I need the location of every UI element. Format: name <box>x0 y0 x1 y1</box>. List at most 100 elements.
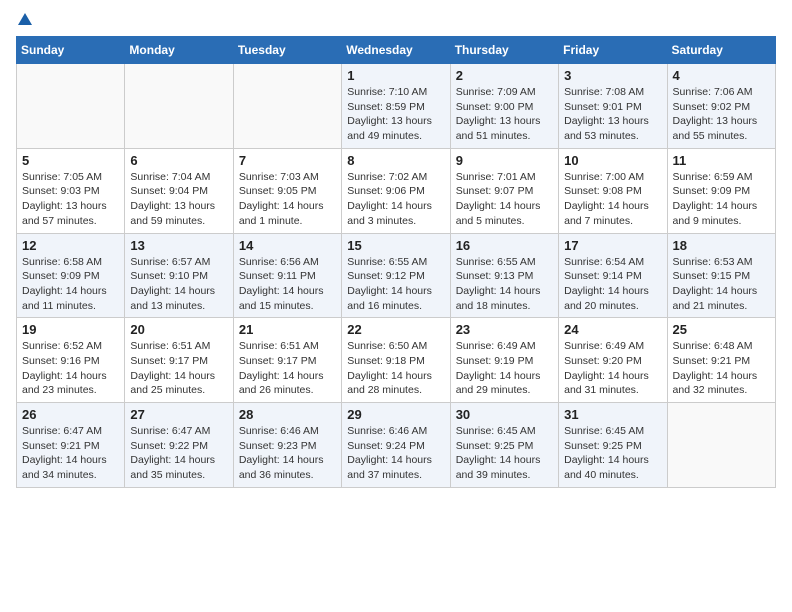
calendar-cell: 3 Sunrise: 7:08 AMSunset: 9:01 PMDaylight… <box>559 64 667 149</box>
day-number: 16 <box>456 238 553 253</box>
calendar-cell: 9Sunrise: 7:01 AMSunset: 9:07 PMDaylight… <box>450 148 558 233</box>
day-info: Sunrise: 6:45 AMSunset: 9:25 PMDaylight:… <box>456 424 553 483</box>
calendar-table: SundayMondayTuesdayWednesdayThursdayFrid… <box>16 36 776 488</box>
calendar-week-4: 19 Sunrise: 6:52 AMSunset: 9:16 PMDayligh… <box>17 318 776 403</box>
page-header <box>16 16 776 28</box>
day-number: 5 <box>22 153 119 168</box>
calendar-cell: 18 Sunrise: 6:53 AMSunset: 9:15 PMDayligh… <box>667 233 775 318</box>
day-info: Sunrise: 7:02 AMSunset: 9:06 PMDaylight:… <box>347 170 444 229</box>
calendar-cell: 30 Sunrise: 6:45 AMSunset: 9:25 PMDayligh… <box>450 403 558 488</box>
day-info: Sunrise: 6:46 AMSunset: 9:23 PMDaylight:… <box>239 424 336 483</box>
calendar-cell <box>667 403 775 488</box>
day-info: Sunrise: 6:56 AMSunset: 9:11 PMDaylight:… <box>239 255 336 314</box>
day-number: 13 <box>130 238 227 253</box>
calendar-week-3: 12 Sunrise: 6:58 AMSunset: 9:09 PMDayligh… <box>17 233 776 318</box>
calendar-cell: 14 Sunrise: 6:56 AMSunset: 9:11 PMDayligh… <box>233 233 341 318</box>
calendar-week-1: 1 Sunrise: 7:10 AMSunset: 8:59 PMDaylight… <box>17 64 776 149</box>
day-info: Sunrise: 7:04 AMSunset: 9:04 PMDaylight:… <box>130 170 227 229</box>
day-number: 25 <box>673 322 770 337</box>
day-info: Sunrise: 6:55 AMSunset: 9:13 PMDaylight:… <box>456 255 553 314</box>
calendar-cell: 4Sunrise: 7:06 AMSunset: 9:02 PMDaylight… <box>667 64 775 149</box>
day-info: Sunrise: 6:59 AMSunset: 9:09 PMDaylight:… <box>673 170 770 229</box>
day-info: Sunrise: 6:49 AMSunset: 9:19 PMDaylight:… <box>456 339 553 398</box>
calendar-cell: 28 Sunrise: 6:46 AMSunset: 9:23 PMDayligh… <box>233 403 341 488</box>
day-info: Sunrise: 6:55 AMSunset: 9:12 PMDaylight:… <box>347 255 444 314</box>
calendar-cell: 31Sunrise: 6:45 AMSunset: 9:25 PMDayligh… <box>559 403 667 488</box>
calendar-cell: 10 Sunrise: 7:00 AMSunset: 9:08 PMDayligh… <box>559 148 667 233</box>
weekday-header-tuesday: Tuesday <box>233 37 341 64</box>
calendar-cell: 26Sunrise: 6:47 AMSunset: 9:21 PMDayligh… <box>17 403 125 488</box>
calendar-week-5: 26Sunrise: 6:47 AMSunset: 9:21 PMDayligh… <box>17 403 776 488</box>
day-number: 19 <box>22 322 119 337</box>
calendar-cell: 2Sunrise: 7:09 AMSunset: 9:00 PMDaylight… <box>450 64 558 149</box>
day-info: Sunrise: 6:47 AMSunset: 9:22 PMDaylight:… <box>130 424 227 483</box>
day-number: 8 <box>347 153 444 168</box>
weekday-header-wednesday: Wednesday <box>342 37 450 64</box>
calendar-cell: 24 Sunrise: 6:49 AMSunset: 9:20 PMDayligh… <box>559 318 667 403</box>
day-number: 9 <box>456 153 553 168</box>
calendar-cell: 6 Sunrise: 7:04 AMSunset: 9:04 PMDaylight… <box>125 148 233 233</box>
day-number: 14 <box>239 238 336 253</box>
day-info: Sunrise: 6:52 AMSunset: 9:16 PMDaylight:… <box>22 339 119 398</box>
weekday-header-friday: Friday <box>559 37 667 64</box>
day-info: Sunrise: 6:49 AMSunset: 9:20 PMDaylight:… <box>564 339 661 398</box>
day-number: 1 <box>347 68 444 83</box>
day-number: 28 <box>239 407 336 422</box>
day-info: Sunrise: 7:00 AMSunset: 9:08 PMDaylight:… <box>564 170 661 229</box>
day-number: 2 <box>456 68 553 83</box>
weekday-header-thursday: Thursday <box>450 37 558 64</box>
calendar-cell: 7Sunrise: 7:03 AMSunset: 9:05 PMDaylight… <box>233 148 341 233</box>
calendar-cell: 27Sunrise: 6:47 AMSunset: 9:22 PMDayligh… <box>125 403 233 488</box>
weekday-header-sunday: Sunday <box>17 37 125 64</box>
day-number: 22 <box>347 322 444 337</box>
calendar-cell: 22 Sunrise: 6:50 AMSunset: 9:18 PMDayligh… <box>342 318 450 403</box>
day-number: 20 <box>130 322 227 337</box>
day-number: 26 <box>22 407 119 422</box>
day-number: 3 <box>564 68 661 83</box>
calendar-cell: 17Sunrise: 6:54 AMSunset: 9:14 PMDayligh… <box>559 233 667 318</box>
day-number: 18 <box>673 238 770 253</box>
day-number: 6 <box>130 153 227 168</box>
weekday-header-monday: Monday <box>125 37 233 64</box>
calendar-cell: 12 Sunrise: 6:58 AMSunset: 9:09 PMDayligh… <box>17 233 125 318</box>
day-info: Sunrise: 6:50 AMSunset: 9:18 PMDaylight:… <box>347 339 444 398</box>
calendar-cell: 21Sunrise: 6:51 AMSunset: 9:17 PMDayligh… <box>233 318 341 403</box>
calendar-cell: 11 Sunrise: 6:59 AMSunset: 9:09 PMDayligh… <box>667 148 775 233</box>
calendar-cell: 1 Sunrise: 7:10 AMSunset: 8:59 PMDaylight… <box>342 64 450 149</box>
day-info: Sunrise: 7:10 AMSunset: 8:59 PMDaylight:… <box>347 85 444 144</box>
calendar-cell <box>17 64 125 149</box>
day-info: Sunrise: 6:46 AMSunset: 9:24 PMDaylight:… <box>347 424 444 483</box>
day-number: 10 <box>564 153 661 168</box>
day-info: Sunrise: 6:53 AMSunset: 9:15 PMDaylight:… <box>673 255 770 314</box>
calendar-cell: 25 Sunrise: 6:48 AMSunset: 9:21 PMDayligh… <box>667 318 775 403</box>
day-number: 31 <box>564 407 661 422</box>
day-number: 24 <box>564 322 661 337</box>
day-info: Sunrise: 6:51 AMSunset: 9:17 PMDaylight:… <box>130 339 227 398</box>
day-number: 29 <box>347 407 444 422</box>
day-info: Sunrise: 6:58 AMSunset: 9:09 PMDaylight:… <box>22 255 119 314</box>
calendar-header-row: SundayMondayTuesdayWednesdayThursdayFrid… <box>17 37 776 64</box>
logo-triangle-icon <box>18 13 32 25</box>
day-info: Sunrise: 6:57 AMSunset: 9:10 PMDaylight:… <box>130 255 227 314</box>
day-number: 15 <box>347 238 444 253</box>
day-number: 11 <box>673 153 770 168</box>
day-info: Sunrise: 6:48 AMSunset: 9:21 PMDaylight:… <box>673 339 770 398</box>
day-info: Sunrise: 7:03 AMSunset: 9:05 PMDaylight:… <box>239 170 336 229</box>
day-number: 30 <box>456 407 553 422</box>
calendar-cell <box>233 64 341 149</box>
day-number: 21 <box>239 322 336 337</box>
calendar-week-2: 5Sunrise: 7:05 AMSunset: 9:03 PMDaylight… <box>17 148 776 233</box>
day-number: 23 <box>456 322 553 337</box>
calendar-cell: 20 Sunrise: 6:51 AMSunset: 9:17 PMDayligh… <box>125 318 233 403</box>
calendar-cell: 29 Sunrise: 6:46 AMSunset: 9:24 PMDayligh… <box>342 403 450 488</box>
calendar-cell: 16 Sunrise: 6:55 AMSunset: 9:13 PMDayligh… <box>450 233 558 318</box>
logo <box>16 16 32 28</box>
day-info: Sunrise: 7:08 AMSunset: 9:01 PMDaylight:… <box>564 85 661 144</box>
day-number: 12 <box>22 238 119 253</box>
calendar-cell: 8 Sunrise: 7:02 AMSunset: 9:06 PMDaylight… <box>342 148 450 233</box>
day-info: Sunrise: 7:06 AMSunset: 9:02 PMDaylight:… <box>673 85 770 144</box>
calendar-cell: 23 Sunrise: 6:49 AMSunset: 9:19 PMDayligh… <box>450 318 558 403</box>
calendar-cell <box>125 64 233 149</box>
calendar-cell: 13 Sunrise: 6:57 AMSunset: 9:10 PMDayligh… <box>125 233 233 318</box>
day-number: 17 <box>564 238 661 253</box>
